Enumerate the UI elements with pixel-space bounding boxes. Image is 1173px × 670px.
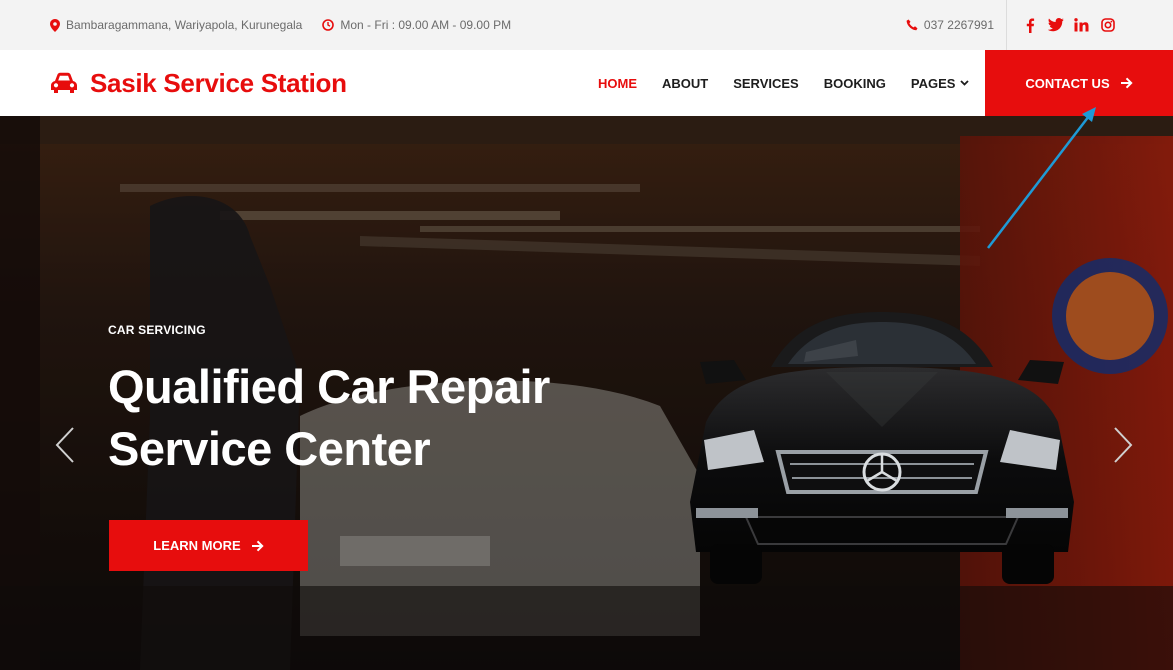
black-car-image [690,312,1074,584]
nav-item-pages[interactable]: PAGES [911,76,970,91]
phone-info[interactable]: 037 2267991 [906,0,1007,50]
hours-info: Mon - Fri : 09.00 AM - 09.00 PM [322,18,511,32]
hero-headline-line-1: Qualified Car Repair [108,360,550,413]
nav-item-about[interactable]: ABOUT [662,76,708,91]
learn-more-button[interactable]: LEARN MORE [109,520,308,571]
instagram-icon[interactable] [1095,18,1121,32]
nav-item-pages-label: PAGES [910,75,956,91]
contact-us-label: CONTACT US [1025,75,1110,91]
address-info: Bambaragammana, Wariyapola, Kurunegala [50,18,302,32]
nav-menu: HOME ABOUT SERVICES BOOKING PAGES [598,50,994,116]
chevron-down-icon [960,80,970,86]
nav-item-services[interactable]: SERVICES [733,76,799,91]
learn-more-label: LEARN MORE [153,538,241,553]
phone-icon [906,19,918,31]
hours-text: Mon - Fri : 09.00 AM - 09.00 PM [340,18,512,32]
social-links [1017,18,1121,33]
map-marker-icon [50,18,60,32]
brand-name: Sasik Service Station [90,67,347,98]
hero-headline-line-2: Service Center [108,422,431,475]
nav-item-home[interactable]: HOME [598,76,637,91]
nav-item-booking[interactable]: BOOKING [824,76,886,91]
brand-logo[interactable]: Sasik Service Station [50,50,347,116]
main-navbar: Sasik Service Station HOME ABOUT SERVICE… [0,50,1173,116]
clock-icon [322,19,335,31]
carousel-prev-arrow[interactable] [54,426,76,464]
top-info-bar: Bambaragammana, Wariyapola, Kurunegala M… [0,0,1173,50]
hero-kicker: CAR SERVICING [108,323,206,337]
hero-carousel: CAR SERVICING Qualified Car Repair Servi… [0,116,1173,670]
address-text: Bambaragammana, Wariyapola, Kurunegala [66,18,303,32]
contact-us-button[interactable]: CONTACT US [985,50,1173,116]
phone-text: 037 2267991 [923,18,994,32]
hero-headline: Qualified Car Repair Service Center [108,356,668,480]
car-logo-icon [51,72,77,93]
twitter-icon[interactable] [1043,18,1069,32]
carousel-next-arrow[interactable] [1112,426,1134,464]
linkedin-icon[interactable] [1069,18,1095,32]
arrow-right-icon [251,540,264,551]
arrow-right-icon [1120,77,1133,89]
facebook-icon[interactable] [1017,18,1043,33]
